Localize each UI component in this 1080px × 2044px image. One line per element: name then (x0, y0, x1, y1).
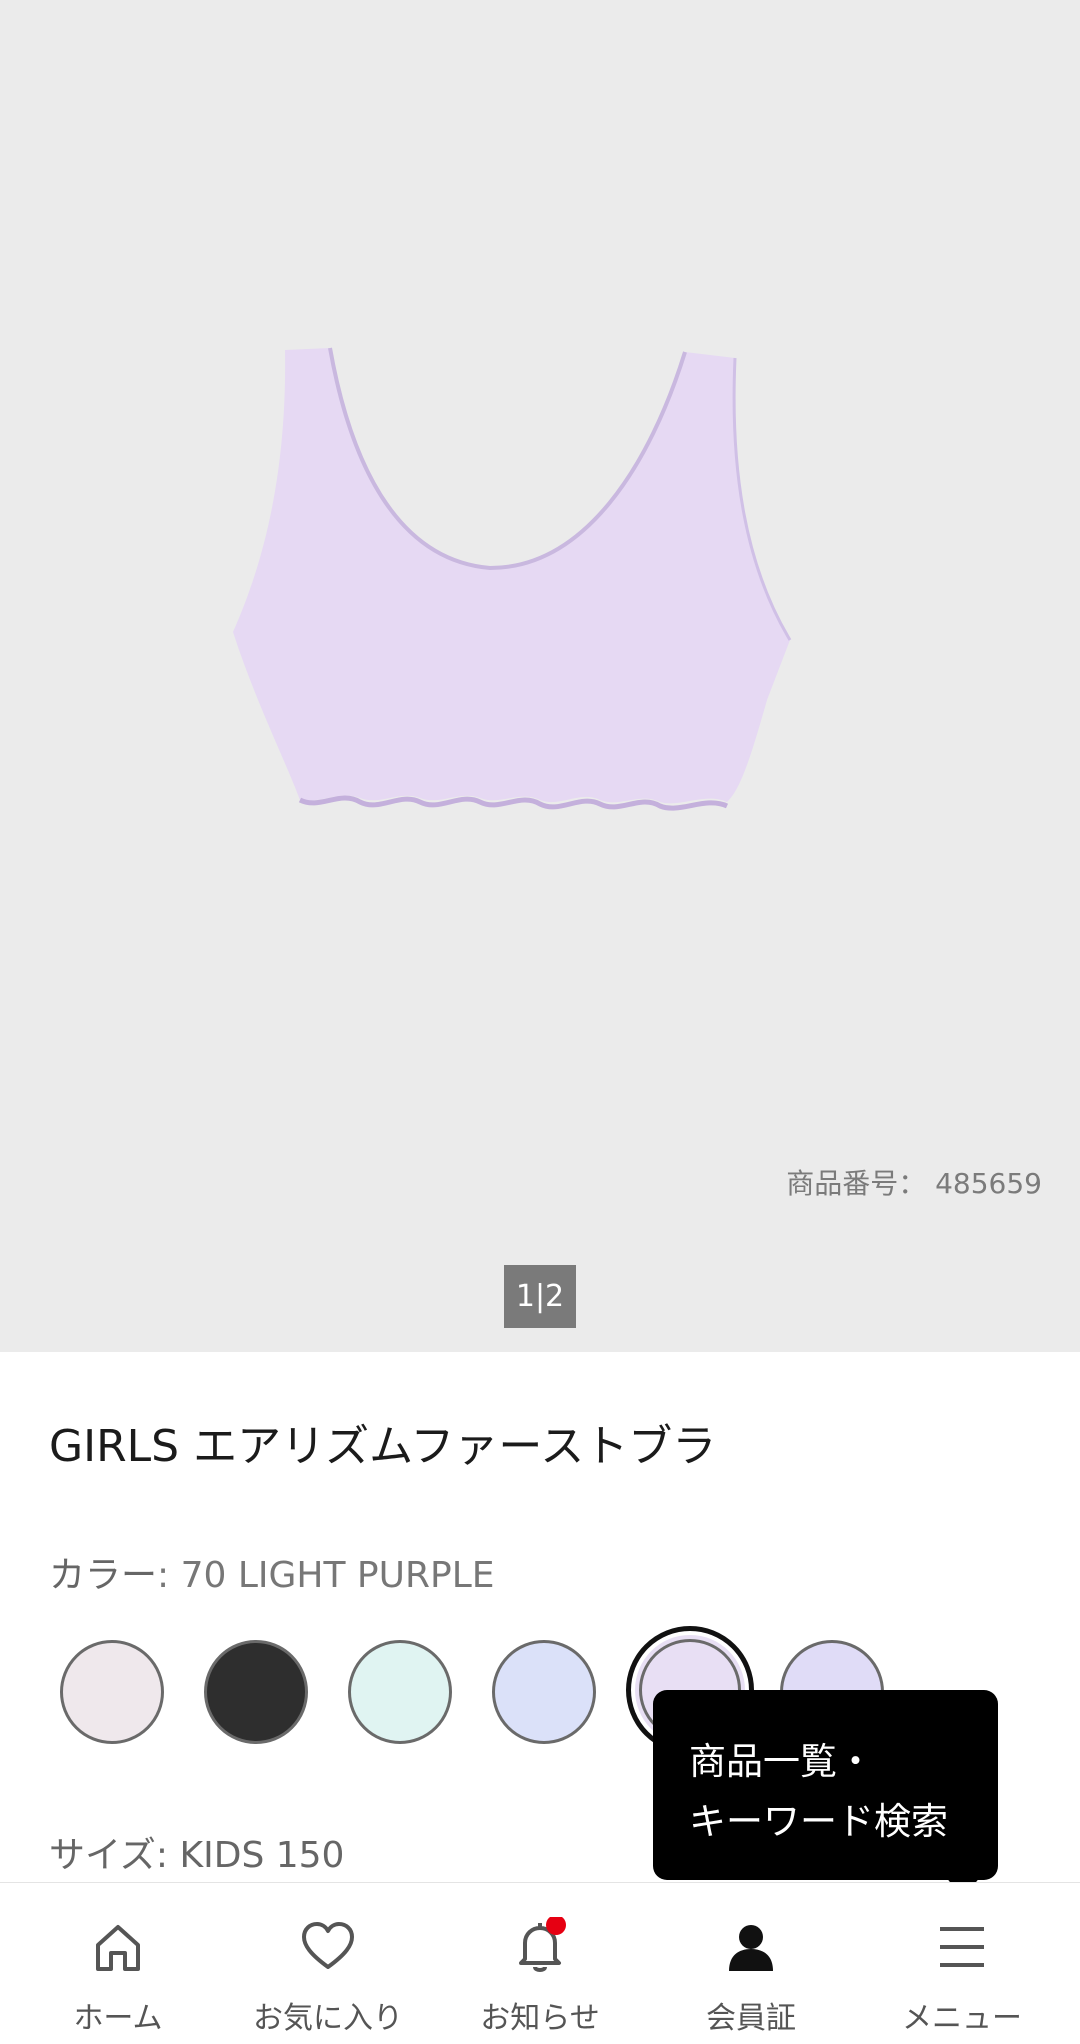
product-image (233, 347, 792, 811)
search-tooltip[interactable]: 商品一覧・ キーワード検索 (653, 1690, 998, 1880)
nav-item-notifications[interactable]: お知らせ (432, 1883, 648, 2044)
product-image-area[interactable]: 商品番号： 485659 1|2 (0, 0, 1080, 1352)
nav-label-home: ホーム (73, 2001, 163, 2036)
nav-item-member-card[interactable]: 会員証 (643, 1883, 859, 2044)
nav-label-favorites: お気に入り (253, 2001, 403, 2036)
color-label: カラー: 70 LIGHT PURPLE (49, 1555, 495, 1596)
size-label: サイズ: KIDS 150 (49, 1835, 345, 1876)
member-card-icon (729, 1925, 773, 1971)
bell-icon (519, 1917, 566, 1972)
nav-label-menu: メニュー (902, 2001, 1022, 2036)
home-icon (96, 1925, 140, 1971)
heart-icon (302, 1922, 354, 1969)
nav-item-menu[interactable]: メニュー (854, 1883, 1070, 2044)
tooltip-line-1: 商品一覧・ (689, 1740, 874, 1783)
nav-item-favorites[interactable]: お気に入り (220, 1883, 436, 2044)
color-swatch-light-pink[interactable] (60, 1640, 164, 1744)
nav-label-member-card: 会員証 (706, 2001, 796, 2036)
color-swatch-black[interactable] (204, 1640, 308, 1744)
product-title: GIRLS エアリズムファーストブラ (49, 1421, 717, 1472)
color-swatch-periwinkle[interactable] (492, 1640, 596, 1744)
tooltip-line-2: キーワード検索 (689, 1800, 948, 1843)
nav-item-home[interactable]: ホーム (10, 1883, 226, 2044)
image-pager: 1|2 (504, 1265, 576, 1328)
nav-label-notifications: お知らせ (480, 2001, 600, 2036)
color-swatch-mint[interactable] (348, 1640, 452, 1744)
menu-icon (940, 1927, 984, 1967)
product-number: 商品番号： 485659 (786, 1167, 1042, 1200)
bottom-nav: ホーム お気に入り お知らせ 会員証 メニュー (0, 1882, 1080, 2044)
